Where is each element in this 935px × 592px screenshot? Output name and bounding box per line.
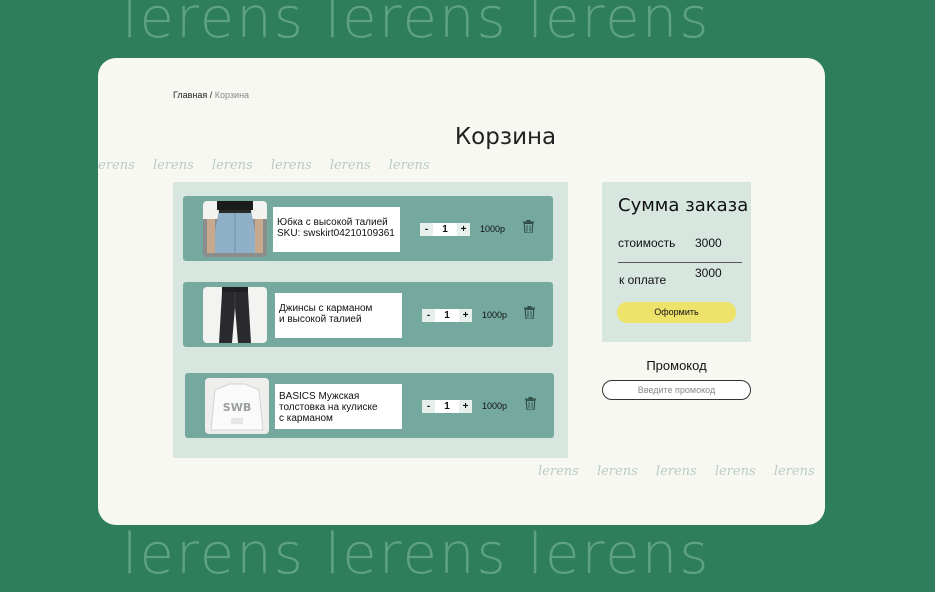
quantity-value: 1 bbox=[435, 309, 459, 322]
product-name: Джинсы с карманом bbox=[279, 303, 373, 314]
cost-value: 3000 bbox=[695, 236, 722, 250]
decor-word: lerens bbox=[388, 158, 430, 173]
product-name-line2: и высокой талией bbox=[279, 314, 362, 325]
promo-title: Промокод bbox=[646, 358, 707, 373]
decor-word: lerens bbox=[329, 158, 371, 173]
product-image-hoodie[interactable]: SWB bbox=[205, 378, 269, 434]
quantity-value: 1 bbox=[435, 400, 459, 413]
promo-code-input[interactable] bbox=[602, 380, 751, 400]
cart-item: Юбка с высокой талией SKU: swskirt042101… bbox=[183, 196, 553, 261]
decor-script-row: lerens lerens lerens lerens lerens leren… bbox=[98, 158, 444, 173]
increase-quantity-button[interactable]: + bbox=[457, 223, 470, 236]
delete-item-button[interactable] bbox=[525, 397, 536, 415]
decrease-quantity-button[interactable]: - bbox=[422, 309, 435, 322]
decor-word: lerens bbox=[714, 464, 756, 479]
summary-title: Сумма заказа bbox=[618, 195, 749, 216]
svg-text:SWB: SWB bbox=[223, 401, 251, 414]
cart-item: Джинсы с карманом и высокой талией - 1 +… bbox=[183, 282, 553, 347]
quantity-stepper: - 1 + bbox=[420, 223, 470, 236]
product-sku: SKU: swskirt04210109361 bbox=[277, 228, 395, 239]
decor-word: lerens bbox=[270, 158, 312, 173]
increase-quantity-button[interactable]: + bbox=[459, 309, 472, 322]
summary-divider bbox=[618, 262, 742, 263]
product-name: BASICS Мужская bbox=[279, 391, 360, 402]
product-name-line3: с карманом bbox=[279, 413, 333, 424]
decrease-quantity-button[interactable]: - bbox=[420, 223, 433, 236]
total-value: 3000 bbox=[695, 266, 722, 280]
product-price: 1000р bbox=[482, 310, 508, 320]
breadcrumb: Главная / Корзина bbox=[173, 90, 249, 100]
quantity-value: 1 bbox=[433, 223, 457, 236]
delete-item-button[interactable] bbox=[524, 306, 535, 324]
decrease-quantity-button[interactable]: - bbox=[422, 400, 435, 413]
product-name-line2: толстовка на кулиске bbox=[279, 402, 378, 413]
product-image-jeans[interactable] bbox=[203, 287, 267, 343]
product-price: 1000р bbox=[482, 401, 508, 411]
product-price: 1000р bbox=[480, 224, 506, 234]
trash-icon bbox=[525, 397, 536, 411]
product-image-skirt[interactable] bbox=[203, 201, 267, 257]
product-name-box: BASICS Мужская толстовка на кулиске с ка… bbox=[275, 384, 402, 429]
decor-script-row: lerens lerens lerens lerens lerens leren… bbox=[538, 464, 825, 479]
decor-word: lerens bbox=[211, 158, 253, 173]
main-card: Главная / Корзина Корзина lerens lerens … bbox=[98, 58, 825, 525]
decor-word: lerens bbox=[538, 464, 579, 479]
product-name-box: Юбка с высокой талией SKU: swskirt042101… bbox=[273, 207, 400, 252]
increase-quantity-button[interactable]: + bbox=[459, 400, 472, 413]
decor-word: lerens bbox=[152, 158, 194, 173]
breadcrumb-current: Корзина bbox=[214, 90, 250, 100]
order-summary: Сумма заказа стоимость 3000 к оплате 300… bbox=[602, 182, 751, 342]
page-title: Корзина bbox=[454, 124, 557, 150]
quantity-stepper: - 1 + bbox=[422, 309, 472, 322]
decor-word: lerens bbox=[596, 464, 638, 479]
decor-word: lerens bbox=[98, 158, 135, 173]
background-brand-top: lerens lerens lerens bbox=[122, 0, 711, 51]
cost-label: стоимость bbox=[618, 236, 676, 250]
decor-word: lerens bbox=[773, 464, 815, 479]
cart-item: SWB BASICS Мужская толстовка на кулиске … bbox=[185, 373, 554, 438]
product-name: Юбка с высокой талией bbox=[277, 217, 388, 228]
background-brand-bottom: lerens lerens lerens bbox=[122, 522, 711, 587]
checkout-button[interactable]: Оформить bbox=[617, 302, 736, 323]
trash-icon bbox=[524, 306, 535, 320]
delete-item-button[interactable] bbox=[523, 220, 534, 238]
product-name-box: Джинсы с карманом и высокой талией bbox=[275, 293, 402, 338]
quantity-stepper: - 1 + bbox=[422, 400, 472, 413]
trash-icon bbox=[523, 220, 534, 234]
breadcrumb-separator: / bbox=[207, 90, 215, 100]
decor-word: lerens bbox=[655, 464, 697, 479]
breadcrumb-home-link[interactable]: Главная bbox=[173, 90, 207, 100]
total-label: к оплате bbox=[619, 273, 667, 287]
cart-panel: Юбка с высокой талией SKU: swskirt042101… bbox=[173, 182, 568, 458]
